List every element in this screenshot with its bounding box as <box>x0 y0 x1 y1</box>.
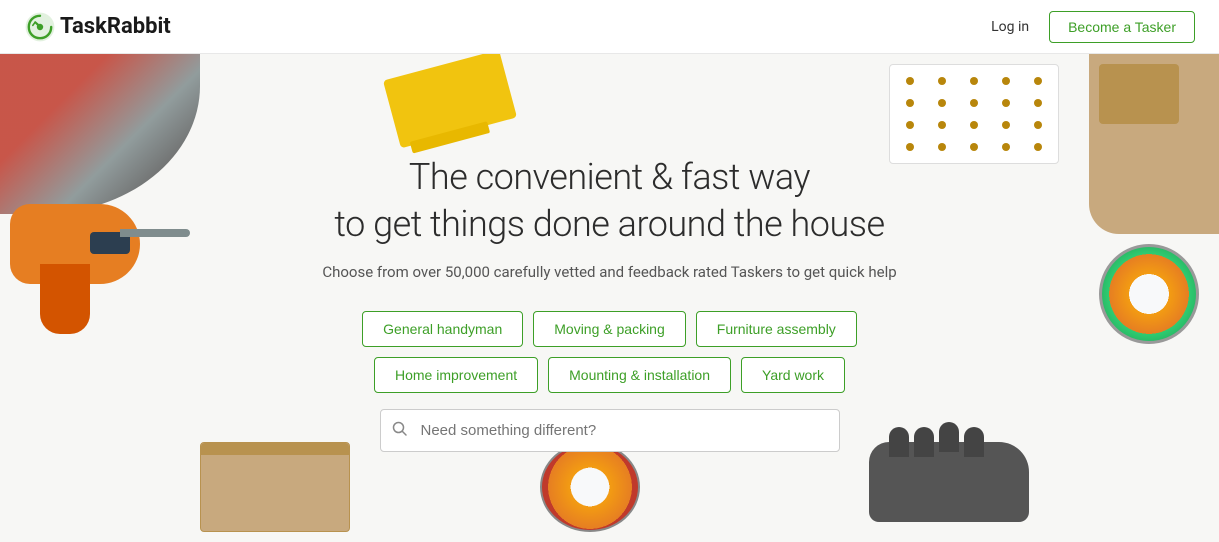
service-buttons-group: General handyman Moving & packing Furnit… <box>362 311 857 393</box>
service-row-2: Home improvement Mounting & installation… <box>374 357 845 393</box>
logo[interactable]: TaskRabbit <box>24 11 171 43</box>
header-nav: Log in Become a Tasker <box>991 11 1195 43</box>
hero-title: The convenient & fast way to get things … <box>334 154 884 248</box>
service-button-general-handyman[interactable]: General handyman <box>362 311 523 347</box>
login-link[interactable]: Log in <box>991 19 1029 35</box>
service-button-moving-packing[interactable]: Moving & packing <box>533 311 686 347</box>
hero-section: The convenient & fast way to get things … <box>0 54 1219 542</box>
search-container <box>380 409 840 452</box>
hero-subtitle: Choose from over 50,000 carefully vetted… <box>322 263 896 281</box>
service-button-mounting-installation[interactable]: Mounting & installation <box>548 357 731 393</box>
logo-text: TaskRabbit <box>60 14 171 39</box>
search-input[interactable] <box>380 409 840 452</box>
search-icon <box>392 421 408 441</box>
service-button-yard-work[interactable]: Yard work <box>741 357 845 393</box>
service-button-furniture-assembly[interactable]: Furniture assembly <box>696 311 857 347</box>
main-content: The convenient & fast way to get things … <box>0 54 1219 542</box>
service-row-1: General handyman Moving & packing Furnit… <box>362 311 857 347</box>
header: TaskRabbit Log in Become a Tasker <box>0 0 1219 54</box>
logo-icon <box>24 11 56 43</box>
service-button-home-improvement[interactable]: Home improvement <box>374 357 538 393</box>
become-tasker-button[interactable]: Become a Tasker <box>1049 11 1195 43</box>
